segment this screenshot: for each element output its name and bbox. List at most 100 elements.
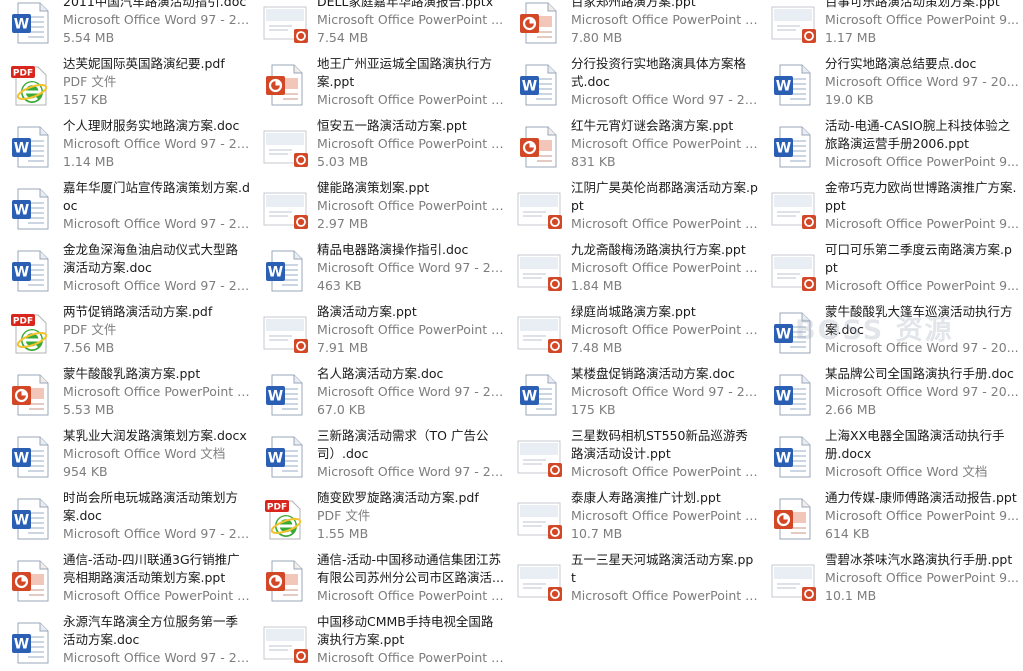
file-size: 67.0 KB [317, 402, 366, 417]
file-item[interactable]: W 分行实地路演总结要点.doc Microsoft Office Word 9… [762, 51, 1023, 113]
file-type: Microsoft Office PowerPoint 9... [571, 322, 758, 337]
svg-text:W: W [776, 389, 791, 405]
file-item[interactable]: DELL家庭嘉年华路演报告.pptx Microsoft Office Powe… [254, 0, 508, 51]
file-name: 活动-电通-CASIO腕上科技体验之旅路演运营手册2006.ppt [825, 118, 1011, 151]
file-item[interactable]: 红牛元宵灯谜会路演方案.ppt Microsoft Office PowerPo… [508, 113, 762, 175]
file-size: 7.54 MB [317, 30, 369, 45]
file-item[interactable]: W 名人路演活动方案.doc Microsoft Office Word 97 … [254, 361, 508, 423]
file-item[interactable]: 绿庭尚城路演方案.ppt Microsoft Office PowerPoint… [508, 299, 762, 361]
svg-text:W: W [522, 79, 537, 95]
file-item[interactable]: W 金龙鱼深海鱼油启动仪式大型路演活动方案.doc Microsoft Offi… [0, 237, 254, 299]
file-item[interactable]: 百事可乐路演活动策划方案.ppt Microsoft Office PowerP… [762, 0, 1023, 51]
file-size: 2.66 MB [825, 402, 877, 417]
file-item[interactable]: 中国移动CMMB手持电视全国路演执行方案.ppt Microsoft Offic… [254, 609, 508, 671]
file-type: Microsoft Office PowerPoint 9... [571, 12, 758, 27]
file-type: Microsoft Office Word 97 - 20... [825, 74, 1019, 89]
file-type: PDF 文件 [317, 508, 371, 523]
file-item[interactable]: 三星数码相机ST550新品巡游秀路演活动设计.ppt Microsoft Off… [508, 423, 762, 485]
svg-text:W: W [268, 451, 283, 467]
file-item[interactable]: 泰康人寿路演推广计划.ppt Microsoft Office PowerPoi… [508, 485, 762, 547]
file-item[interactable]: W 某品牌公司全国路演执行手册.doc Microsoft Office Wor… [762, 361, 1023, 423]
file-item[interactable]: W 分行投资行实地路演具体方案格式.doc Microsoft Office W… [508, 51, 762, 113]
ppt-thumbnail-icon [262, 309, 310, 357]
file-size: 1.17 MB [825, 30, 877, 45]
file-item[interactable]: 健能路演策划案.ppt Microsoft Office PowerPoint … [254, 175, 508, 237]
ppt-thumbnail-icon [516, 247, 564, 295]
file-item[interactable]: W 上海XX电器全国路演活动执行手册.docx Microsoft Office… [762, 423, 1023, 485]
file-type: Microsoft Office PowerPoint 9... [317, 650, 504, 665]
file-type: Microsoft Office PowerPoint 9... [63, 588, 250, 603]
file-item[interactable]: 江阴广昊英伦尚郡路演活动方案.ppt Microsoft Office Powe… [508, 175, 762, 237]
word-icon: W [8, 433, 56, 481]
file-item[interactable]: W 某乳业大润发路演策划方案.docx Microsoft Office Wor… [0, 423, 254, 485]
file-type: Microsoft Office Word 97 - 20... [63, 650, 250, 665]
file-item[interactable]: 蒙牛酸酸乳路演方案.ppt Microsoft Office PowerPoin… [0, 361, 254, 423]
file-item[interactable]: W 永源汽车路演全方位服务第一季活动方案.doc Microsoft Offic… [0, 609, 254, 671]
file-type: PDF 文件 [63, 322, 117, 337]
file-name: 百事可乐路演活动策划方案.ppt [825, 0, 1000, 9]
file-type: Microsoft Office PowerPoint ... [317, 12, 504, 27]
file-item[interactable]: 通信-活动-中国移动通信集团江苏有限公司苏州分公司市区路演活... Micros… [254, 547, 508, 609]
ppt-icon [262, 61, 310, 109]
file-type: Microsoft Office PowerPoint 9... [825, 12, 1019, 27]
file-item[interactable]: PDF 随变欧罗旋路演活动方案.pdf PDF 文件 1.55 MB [254, 485, 508, 547]
file-item[interactable]: W 精品电器路演操作指引.doc Microsoft Office Word 9… [254, 237, 508, 299]
file-name: 中国移动CMMB手持电视全国路演执行方案.ppt [317, 614, 494, 647]
file-item[interactable]: 金帝巧克力欧尚世博路演推广方案.ppt Microsoft Office Pow… [762, 175, 1023, 237]
file-item[interactable]: PDF 两节促销路演活动方案.pdf PDF 文件 7.56 MB [0, 299, 254, 361]
file-type: Microsoft Office PowerPoint 9... [571, 260, 758, 275]
file-item[interactable]: 九龙斋酸梅汤路演执行方案.ppt Microsoft Office PowerP… [508, 237, 762, 299]
file-name: 五一三星天河城路演活动方案.ppt [571, 552, 754, 585]
file-item[interactable]: 雪碧冰茶味汽水路演执行手册.ppt Microsoft Office Power… [762, 547, 1023, 609]
file-item[interactable]: W 活动-电通-CASIO腕上科技体验之旅路演运营手册2006.ppt Micr… [762, 113, 1023, 175]
file-name: 恒安五一路演活动方案.ppt [317, 118, 467, 133]
file-type: Microsoft Office Word 97 - 20... [825, 340, 1019, 355]
file-item[interactable]: W 某楼盘促销路演活动方案.doc Microsoft Office Word … [508, 361, 762, 423]
file-type: PDF 文件 [63, 74, 117, 89]
file-type: Microsoft Office Word 97 - 20... [63, 278, 250, 293]
file-item[interactable]: 五一三星天河城路演活动方案.ppt Microsoft Office Power… [508, 547, 762, 609]
file-type: Microsoft Office Word 97 - 20... [317, 464, 504, 479]
file-type: Microsoft Office Word 文档 [825, 464, 988, 479]
word-icon: W [8, 495, 56, 543]
pdf-icon: PDF [8, 309, 56, 357]
file-item[interactable]: PDF 达芙妮国际英国路演纪要.pdf PDF 文件 157 KB [0, 51, 254, 113]
file-name: 随变欧罗旋路演活动方案.pdf [317, 490, 479, 505]
word-icon: W [8, 619, 56, 667]
file-item[interactable]: 恒安五一路演活动方案.ppt Microsoft Office PowerPoi… [254, 113, 508, 175]
file-size: 10.7 MB [571, 526, 623, 541]
file-item[interactable]: W 时尚会所电玩城路演活动策划方案.doc Microsoft Office W… [0, 485, 254, 547]
file-type: Microsoft Office Word 97 - 20... [63, 136, 250, 151]
file-item[interactable]: 地王广州亚运城全国路演执行方案.ppt Microsoft Office Pow… [254, 51, 508, 113]
file-item[interactable]: 通信-活动-四川联通3G行销推广亮相期路演活动策划方案.ppt Microsof… [0, 547, 254, 609]
file-item[interactable]: 可口可乐第二季度云南路演方案.ppt Microsoft Office Powe… [762, 237, 1023, 299]
file-item[interactable]: W 个人理财服务实地路演方案.doc Microsoft Office Word… [0, 113, 254, 175]
file-item[interactable]: 路演活动方案.ppt Microsoft Office PowerPoint 9… [254, 299, 508, 361]
svg-text:W: W [14, 17, 29, 33]
file-item[interactable]: 通力传媒-康师傅路演活动报告.ppt Microsoft Office Powe… [762, 485, 1023, 547]
ppt-icon [8, 371, 56, 419]
file-item[interactable]: W 三新路演活动需求（TO 广告公司）.doc Microsoft Office… [254, 423, 508, 485]
word-icon: W [770, 371, 818, 419]
svg-text:PDF: PDF [267, 503, 287, 513]
ppt-thumbnail-icon [770, 557, 818, 605]
word-icon: W [8, 247, 56, 295]
word-icon: W [262, 371, 310, 419]
word-icon: W [770, 123, 818, 171]
file-name: 永源汽车路演全方位服务第一季活动方案.doc [63, 614, 239, 647]
file-size: 5.54 MB [63, 30, 115, 45]
file-type: Microsoft Office PowerPoint 9... [571, 508, 758, 523]
file-item[interactable]: 百家郑州路演方案.ppt Microsoft Office PowerPoint… [508, 0, 762, 51]
file-name: 某乳业大润发路演策划方案.docx [63, 428, 247, 443]
file-type: Microsoft Office PowerPoint 9... [317, 198, 504, 213]
file-name: 某品牌公司全国路演执行手册.doc [825, 366, 1014, 381]
file-item[interactable]: W 蒙牛酸酸乳大篷车巡演活动执行方案.doc Microsoft Office … [762, 299, 1023, 361]
file-type: Microsoft Office Word 97 - 20... [63, 12, 250, 27]
ppt-icon [516, 0, 564, 47]
file-item[interactable]: W 嘉年华厦门站宣传路演策划方案.doc Microsoft Office Wo… [0, 175, 254, 237]
file-item[interactable]: W 2011中国汽车路演活动指引.doc Microsoft Office Wo… [0, 0, 254, 51]
file-name: 路演活动方案.ppt [317, 304, 417, 319]
svg-text:W: W [14, 265, 29, 281]
file-type: Microsoft Office PowerPoint 9... [317, 322, 504, 337]
file-name: 分行投资行实地路演具体方案格式.doc [571, 56, 747, 89]
